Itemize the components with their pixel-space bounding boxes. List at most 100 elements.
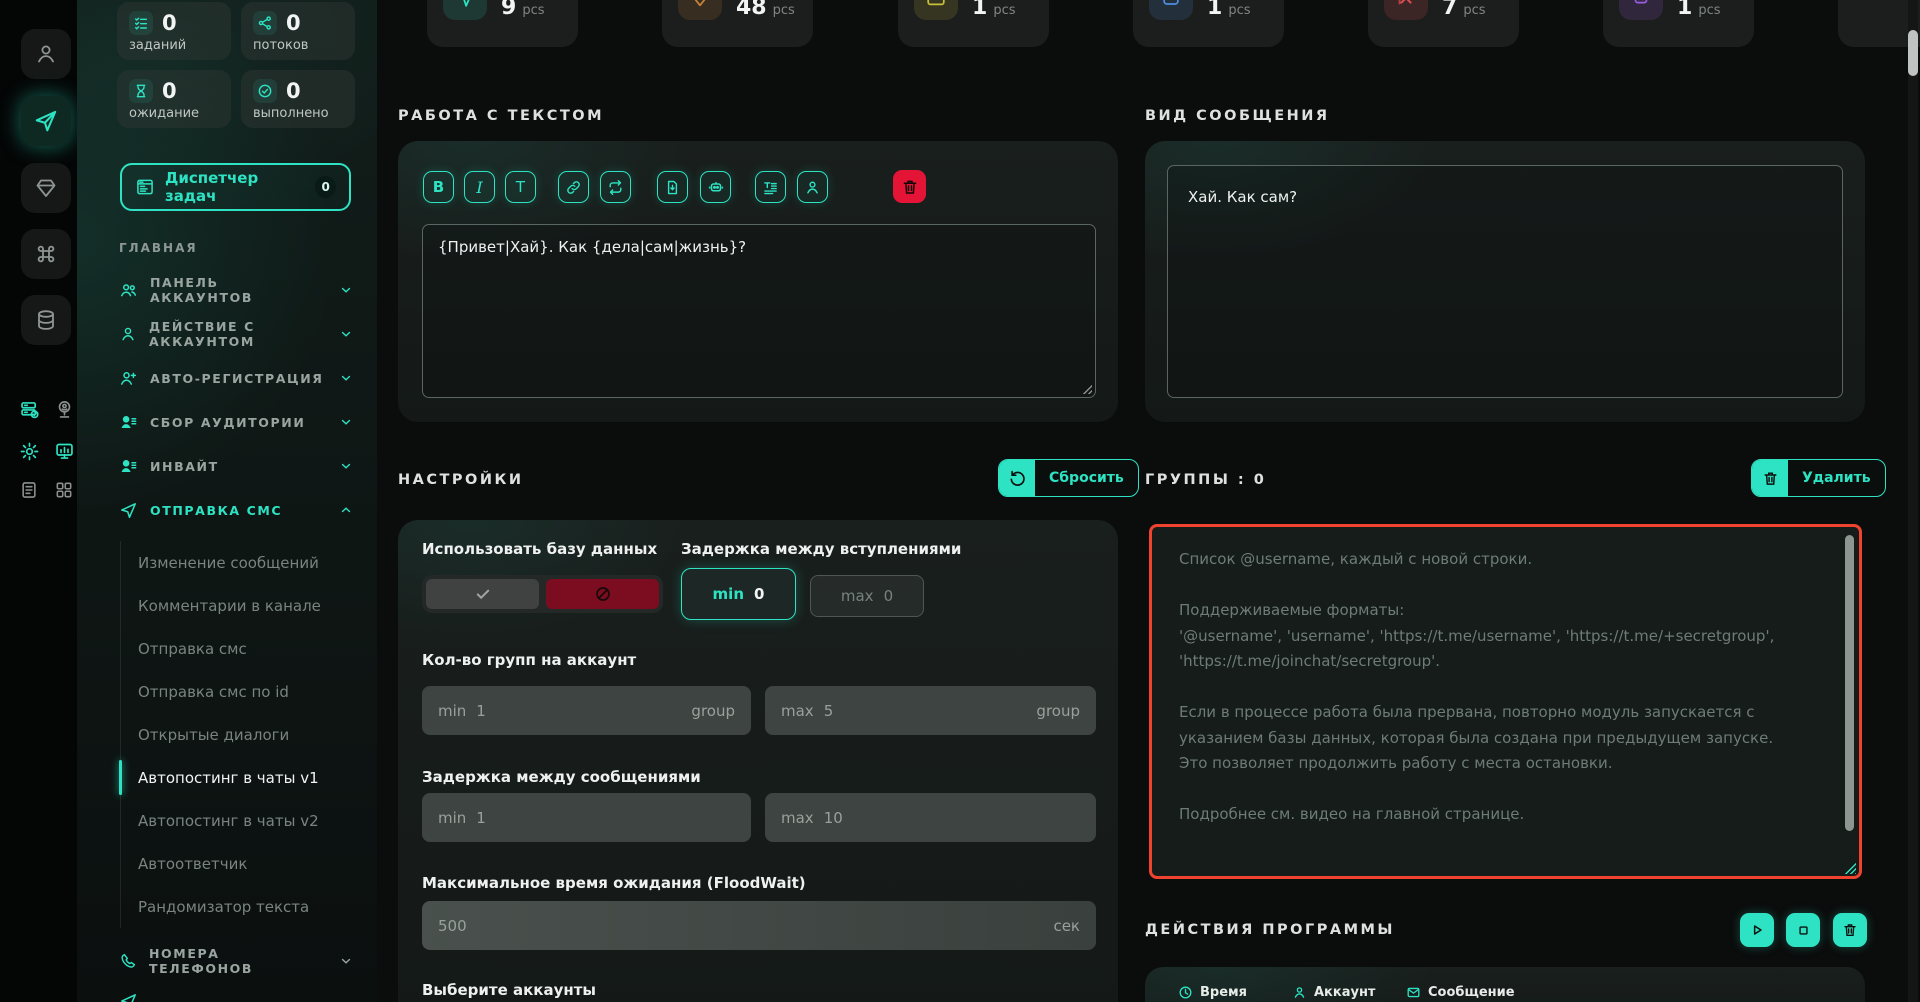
- card-value: 9: [501, 0, 516, 20]
- resize-handle[interactable]: [1844, 862, 1856, 874]
- submenu-item-sms-by-id[interactable]: Отправка смс по id: [121, 670, 354, 713]
- italic-button[interactable]: I: [464, 171, 495, 203]
- floodwait-value: 500: [438, 917, 467, 935]
- server-check-icon[interactable]: [18, 398, 40, 420]
- message-template-textarea[interactable]: {Привет|Хай}. Как {дела|сам|жизнь}?: [422, 224, 1096, 398]
- send-icon: [443, 0, 487, 20]
- reset-icon: [999, 460, 1035, 496]
- user-icon: [804, 179, 821, 196]
- join-delay-max-field[interactable]: max 0: [810, 575, 924, 617]
- menu-label: АВТО-РЕГИСТРАЦИЯ: [150, 371, 324, 386]
- sidebar-menu: ПАНЕЛЬ АККАУНТОВ ДЕЙСТВИЕ С АККАУНТОМ АВ…: [119, 268, 353, 532]
- share-icon: [253, 11, 277, 35]
- stop-icon: [1796, 923, 1811, 938]
- groups-textarea[interactable]: Список @username, каждый с новой строки.…: [1149, 524, 1862, 879]
- reset-button[interactable]: Сбросить: [998, 459, 1139, 497]
- robot-icon: [707, 178, 725, 196]
- sidebar-item-sms-sending[interactable]: ОТПРАВКА СМС: [119, 488, 353, 532]
- sms-submenu: Изменение сообщений Комментарии в канале…: [120, 541, 354, 928]
- card-value: 48: [736, 0, 767, 20]
- card-value: 1: [1677, 0, 1692, 20]
- webcam-icon[interactable]: [53, 398, 75, 420]
- actions-table-panel: Время Аккаунт Сообщение: [1145, 967, 1865, 1002]
- join-delay-min-field[interactable]: min 0: [681, 568, 796, 620]
- gear-icon[interactable]: [18, 440, 40, 462]
- menu-label: ДЕЙСТВИЕ С АККАУНТОМ: [149, 319, 327, 349]
- repeat-button[interactable]: [600, 171, 631, 203]
- resize-handle[interactable]: [1081, 383, 1092, 394]
- card-value: 7: [1442, 0, 1457, 20]
- sidebar-item-accounts-panel[interactable]: ПАНЕЛЬ АККАУНТОВ: [119, 268, 353, 312]
- play-button[interactable]: [1740, 913, 1774, 947]
- submenu-item-channel-comments[interactable]: Комментарии в канале: [121, 584, 354, 627]
- sidebar-item-audience-collection[interactable]: СБОР АУДИТОРИИ: [119, 400, 353, 444]
- floodwait-label: Максимальное время ожидания (FloodWait): [422, 874, 806, 892]
- sidebar-item-account-action[interactable]: ДЕЙСТВИЕ С АККАУНТОМ: [119, 312, 353, 356]
- groups-scrollbar-thumb[interactable]: [1845, 535, 1854, 831]
- robot-button[interactable]: [700, 171, 731, 203]
- stat-tasks: 0 заданий: [117, 2, 231, 60]
- rail-send-button[interactable]: [21, 96, 71, 146]
- clear-text-button[interactable]: [893, 170, 926, 203]
- submenu-item-text-randomizer[interactable]: Рандомизатор текста: [121, 885, 354, 928]
- submenu-item-autoposting-v1[interactable]: Автопостинг в чаты v1: [121, 756, 354, 799]
- field-unit: group: [691, 702, 735, 720]
- link-button[interactable]: [558, 171, 589, 203]
- title-button[interactable]: T: [505, 171, 536, 203]
- card-unit: pcs: [522, 3, 544, 18]
- min-prefix: min: [438, 702, 466, 720]
- mail-icon: [1406, 985, 1421, 1000]
- accounts-label: Выберите аккаунты: [422, 981, 596, 999]
- max-prefix: max: [781, 702, 814, 720]
- sidebar-item-auto-registration[interactable]: АВТО-РЕГИСТРАЦИЯ: [119, 356, 353, 400]
- delete-label: Удалить: [1788, 460, 1885, 496]
- msg-delay-min-field[interactable]: min 1: [422, 793, 751, 842]
- stat-label: выполнено: [253, 106, 343, 121]
- use-db-label: Использовать базу данных: [422, 540, 657, 558]
- bold-button[interactable]: B: [423, 171, 454, 203]
- delete-log-button[interactable]: [1833, 913, 1867, 947]
- card-value: 1: [1207, 0, 1222, 20]
- floodwait-field[interactable]: 500 сек: [422, 901, 1096, 950]
- sidebar-item-phone-numbers[interactable]: НОМЕРА ТЕЛЕФОНОВ: [119, 939, 353, 983]
- stat-done: 0 выполнено: [241, 70, 355, 128]
- db-no-option[interactable]: [546, 579, 659, 609]
- rail-command-button[interactable]: [21, 229, 71, 279]
- chevron-down-icon: [339, 371, 353, 385]
- trash-icon: [901, 178, 919, 196]
- column-header-account: Аккаунт: [1292, 985, 1375, 1000]
- stat-label: потоков: [253, 38, 343, 53]
- min-value: 0: [754, 585, 764, 603]
- submenu-item-autoresponder[interactable]: Автоответчик: [121, 842, 354, 885]
- groups-min-field[interactable]: min 1 group: [422, 686, 751, 735]
- modules-icon[interactable]: [53, 479, 75, 501]
- rail-diamond-button[interactable]: [21, 163, 71, 213]
- page-scrollbar-thumb[interactable]: [1908, 30, 1918, 76]
- text-format-button[interactable]: [755, 171, 786, 203]
- submenu-item-message-editing[interactable]: Изменение сообщений: [121, 541, 354, 584]
- column-label: Аккаунт: [1314, 985, 1375, 1000]
- submenu-item-autoposting-v2[interactable]: Автопостинг в чаты v2: [121, 799, 354, 842]
- rail-database-button[interactable]: [21, 295, 71, 345]
- document-icon[interactable]: [18, 479, 40, 501]
- delete-groups-button[interactable]: Удалить: [1751, 459, 1886, 497]
- page-scrollbar-track[interactable]: [1908, 0, 1918, 1002]
- task-manager-button[interactable]: Диспетчер задач 0: [120, 163, 351, 211]
- msg-delay-max-field[interactable]: max 10: [765, 793, 1096, 842]
- submenu-item-open-dialogs[interactable]: Открытые диалоги: [121, 713, 354, 756]
- min-prefix: min: [713, 585, 744, 603]
- task-manager-label: Диспетчер задач: [165, 169, 305, 205]
- person-button[interactable]: [797, 171, 828, 203]
- rail-user-button[interactable]: [21, 29, 71, 79]
- max-value: 10: [824, 809, 843, 827]
- sidebar-item-invite[interactable]: ИНВАЙТ: [119, 444, 353, 488]
- submenu-item-sms-send[interactable]: Отправка смс: [121, 627, 354, 670]
- db-yes-option[interactable]: [426, 579, 539, 609]
- check-icon: [474, 585, 492, 603]
- chevron-down-icon: [339, 327, 353, 341]
- file-download-button[interactable]: [657, 171, 688, 203]
- section-label-main: ГЛАВНАЯ: [119, 241, 198, 255]
- monitor-icon[interactable]: [53, 440, 75, 462]
- stop-button[interactable]: [1786, 913, 1820, 947]
- groups-max-field[interactable]: max 5 group: [765, 686, 1096, 735]
